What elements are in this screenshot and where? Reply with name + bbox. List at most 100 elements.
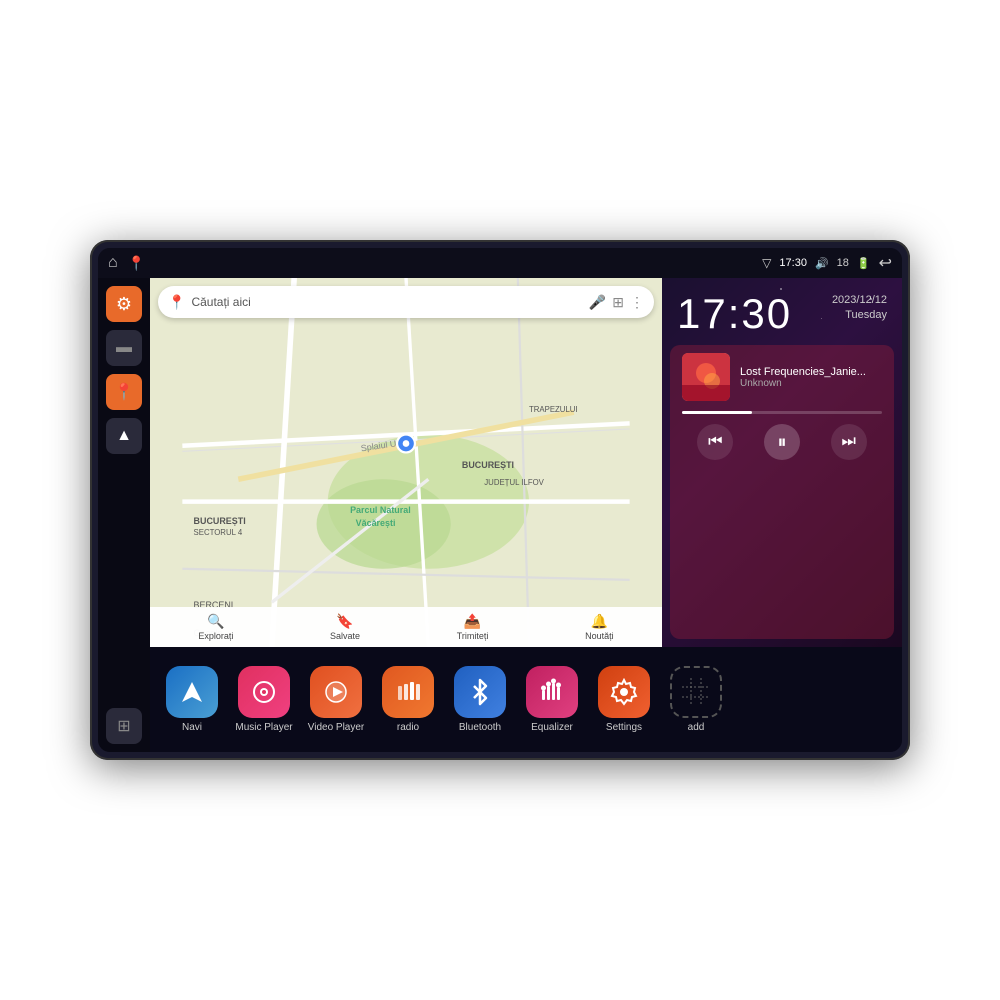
video-icon <box>310 666 362 718</box>
star2 <box>821 318 822 319</box>
sidebar-btn-map[interactable]: 📍 <box>106 374 142 410</box>
search-icons: 🎤 ⊞ ⋮ <box>589 294 644 311</box>
grid-icon: ⊞ <box>117 716 130 736</box>
status-right: ▽ 17:30 🔊 18 🔋 ↩ <box>762 253 892 273</box>
svg-text:SECTORUL 4: SECTORUL 4 <box>194 528 243 537</box>
sidebar-btn-grid[interactable]: ⊞ <box>106 708 142 744</box>
eq-icon <box>526 666 578 718</box>
wifi-icon: ▽ <box>762 256 771 270</box>
screen: ⌂ 📍 ▽ 17:30 🔊 18 🔋 ↩ ⚙ ▬ <box>98 248 902 752</box>
music-section: Lost Frequencies_Janie... Unknown <box>670 345 894 639</box>
share-label: Trimiteți <box>457 631 489 641</box>
video-label: Video Player <box>308 722 365 733</box>
app-equalizer[interactable]: Equalizer <box>522 666 582 733</box>
nav-arrow-icon: ▲ <box>116 427 132 445</box>
sidebar-btn-nav[interactable]: ▲ <box>106 418 142 454</box>
radio-label: radio <box>397 722 419 733</box>
svg-text:BUCUREȘTI: BUCUREȘTI <box>462 460 514 470</box>
device: ⌂ 📍 ▽ 17:30 🔊 18 🔋 ↩ ⚙ ▬ <box>90 240 910 760</box>
prev-button[interactable]: ⏮ <box>697 424 733 460</box>
clock-section: 17:30 2023/12/12 Tuesday <box>662 278 902 345</box>
progress-fill <box>682 411 752 414</box>
map-share[interactable]: 📤 Trimiteți <box>457 613 489 641</box>
radio-icon <box>382 666 434 718</box>
music-controls: ⏮ ⏸ ⏭ <box>682 424 882 460</box>
share-icon: 📤 <box>464 613 481 630</box>
main-area: ⚙ ▬ 📍 ▲ ⊞ <box>98 278 902 752</box>
settings-app-label: Settings <box>606 722 642 733</box>
svg-text:JUDEȚUL ILFOV: JUDEȚUL ILFOV <box>484 478 544 487</box>
add-icon <box>670 666 722 718</box>
eq-label: Equalizer <box>531 722 573 733</box>
app-navi[interactable]: Navi <box>162 666 222 733</box>
svg-text:TRAPEZULUI: TRAPEZULUI <box>529 405 578 414</box>
progress-bar[interactable] <box>682 411 882 414</box>
map-bottom-bar: 🔍 Explorați 🔖 Salvate 📤 Trimiteți <box>150 607 662 647</box>
files-icon: ▬ <box>116 339 132 357</box>
clock-date-line2: Tuesday <box>832 308 887 323</box>
clock-status: 17:30 <box>779 257 807 269</box>
sidebar-btn-settings[interactable]: ⚙ <box>106 286 142 322</box>
app-add[interactable]: add <box>666 666 726 733</box>
star1 <box>870 298 872 300</box>
layers-icon[interactable]: ⊞ <box>612 294 624 311</box>
map-pin-icon: 📍 <box>114 382 134 402</box>
map-container[interactable]: Splaiul Unirii BUCUREȘTI SECTORUL 4 BUCU… <box>150 278 662 647</box>
star3 <box>780 288 782 290</box>
clock-time: 17:30 <box>677 293 792 335</box>
updates-label: Noutăți <box>585 631 614 641</box>
clock-time-display: 17:30 <box>677 293 792 335</box>
album-art <box>682 353 730 401</box>
map-search-bar[interactable]: 📍 Căutați aici 🎤 ⊞ ⋮ <box>158 286 654 318</box>
search-input[interactable]: Căutați aici <box>191 295 582 309</box>
next-button[interactable]: ⏭ <box>831 424 867 460</box>
navi-label: Navi <box>182 722 202 733</box>
bluetooth-label: Bluetooth <box>459 722 501 733</box>
track-details: Lost Frequencies_Janie... Unknown <box>740 366 882 389</box>
map-status-icon[interactable]: 📍 <box>128 255 145 272</box>
navi-icon <box>166 666 218 718</box>
app-grid: Navi Music Player Video <box>162 666 890 733</box>
bluetooth-icon <box>454 666 506 718</box>
volume-icon: 🔊 <box>815 257 829 270</box>
map-svg: Splaiul Unirii BUCUREȘTI SECTORUL 4 BUCU… <box>150 278 662 647</box>
map-explore[interactable]: 🔍 Explorați <box>198 613 233 641</box>
app-grid-section: Navi Music Player Video <box>150 647 902 752</box>
explore-icon: 🔍 <box>207 613 224 630</box>
settings-icon: ⚙ <box>116 294 132 315</box>
app-video-player[interactable]: Video Player <box>306 666 366 733</box>
map-saved[interactable]: 🔖 Salvate <box>330 613 360 641</box>
map-updates[interactable]: 🔔 Noutăți <box>585 613 614 641</box>
battery-icon: 🔋 <box>857 257 871 270</box>
sidebar-btn-files[interactable]: ▬ <box>106 330 142 366</box>
back-icon[interactable]: ↩ <box>879 253 892 273</box>
app-radio[interactable]: radio <box>378 666 438 733</box>
saved-label: Salvate <box>330 631 360 641</box>
home-icon[interactable]: ⌂ <box>108 254 118 272</box>
settings-app-icon <box>598 666 650 718</box>
app-bluetooth[interactable]: Bluetooth <box>450 666 510 733</box>
more-icon[interactable]: ⋮ <box>630 294 644 311</box>
add-label: add <box>688 722 705 733</box>
track-info: Lost Frequencies_Janie... Unknown <box>682 353 882 401</box>
album-art-svg <box>682 353 730 401</box>
right-panel: 17:30 2023/12/12 Tuesday <box>662 278 902 647</box>
explore-label: Explorați <box>198 631 233 641</box>
updates-icon: 🔔 <box>591 613 608 630</box>
top-content: Splaiul Unirii BUCUREȘTI SECTORUL 4 BUCU… <box>150 278 902 647</box>
clock-date-line1: 2023/12/12 <box>832 293 887 308</box>
app-music-player[interactable]: Music Player <box>234 666 294 733</box>
track-name: Lost Frequencies_Janie... <box>740 366 882 378</box>
pause-button[interactable]: ⏸ <box>764 424 800 460</box>
status-left: ⌂ 📍 <box>108 254 145 272</box>
clock-date: 2023/12/12 Tuesday <box>832 293 887 324</box>
music-icon <box>238 666 290 718</box>
saved-icon: 🔖 <box>336 613 353 630</box>
app-settings[interactable]: Settings <box>594 666 654 733</box>
content-panel: Splaiul Unirii BUCUREȘTI SECTORUL 4 BUCU… <box>150 278 902 752</box>
mic-icon[interactable]: 🎤 <box>589 294 606 311</box>
status-bar: ⌂ 📍 ▽ 17:30 🔊 18 🔋 ↩ <box>98 248 902 278</box>
battery-level: 18 <box>837 257 849 269</box>
svg-text:BUCUREȘTI: BUCUREȘTI <box>194 516 246 526</box>
track-artist: Unknown <box>740 378 882 389</box>
